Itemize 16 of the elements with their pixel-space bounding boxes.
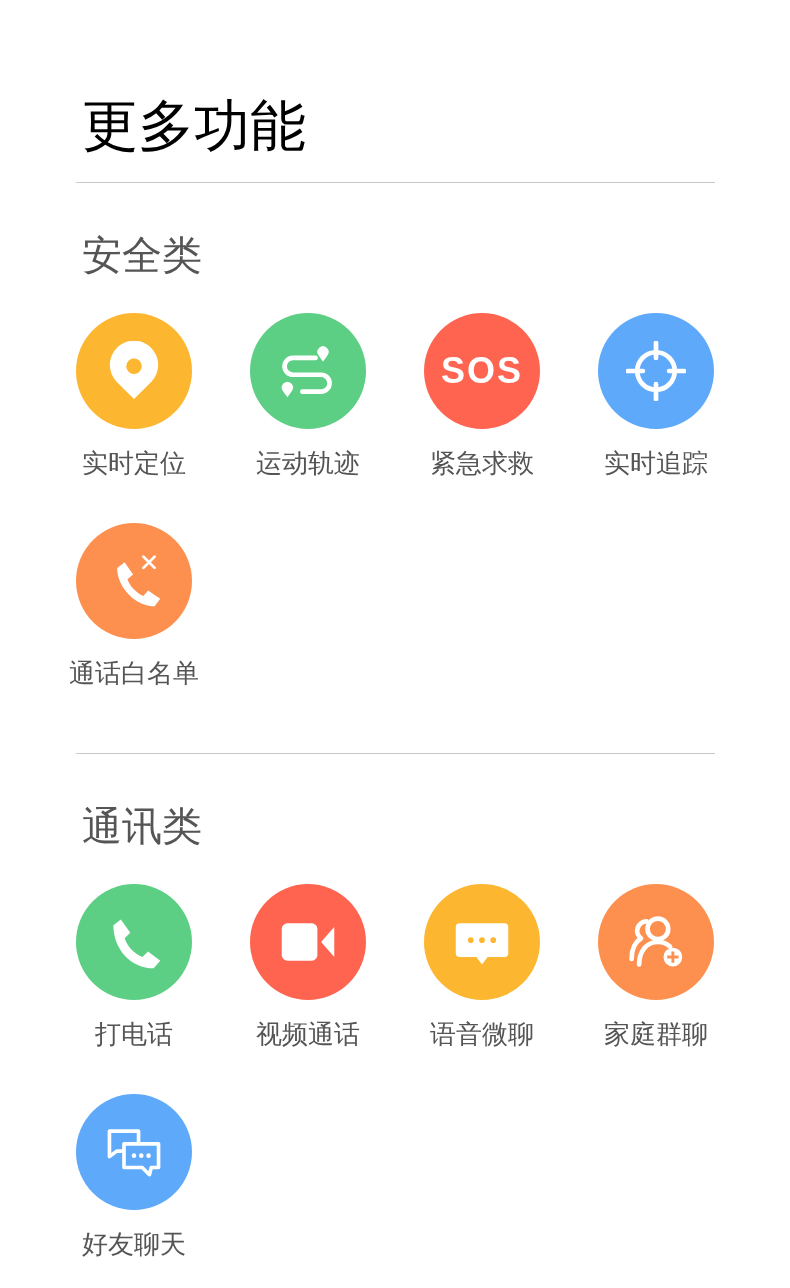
feature-label: 视频通话 <box>256 1018 360 1050</box>
crosshair-icon <box>626 341 686 401</box>
sos-icon: SOS <box>441 350 523 392</box>
feature-button[interactable]: SOS <box>424 313 540 429</box>
section-title: 通讯类 <box>82 804 203 848</box>
feature-label: 打电话 <box>95 1018 173 1050</box>
feature-label: 紧急求救 <box>430 447 534 479</box>
feature-label: 语音微聊 <box>430 1018 534 1050</box>
feature-label: 实时定位 <box>82 447 186 479</box>
page-title: 更多功能 <box>82 96 307 156</box>
feature-label: 实时追踪 <box>604 447 708 479</box>
feature-label: 运动轨迹 <box>256 447 360 479</box>
feature-label: 通话白名单 <box>69 657 199 689</box>
feature-label: 好友聊天 <box>82 1228 186 1260</box>
section-title: 安全类 <box>82 233 203 277</box>
feature-label: 家庭群聊 <box>604 1018 708 1050</box>
